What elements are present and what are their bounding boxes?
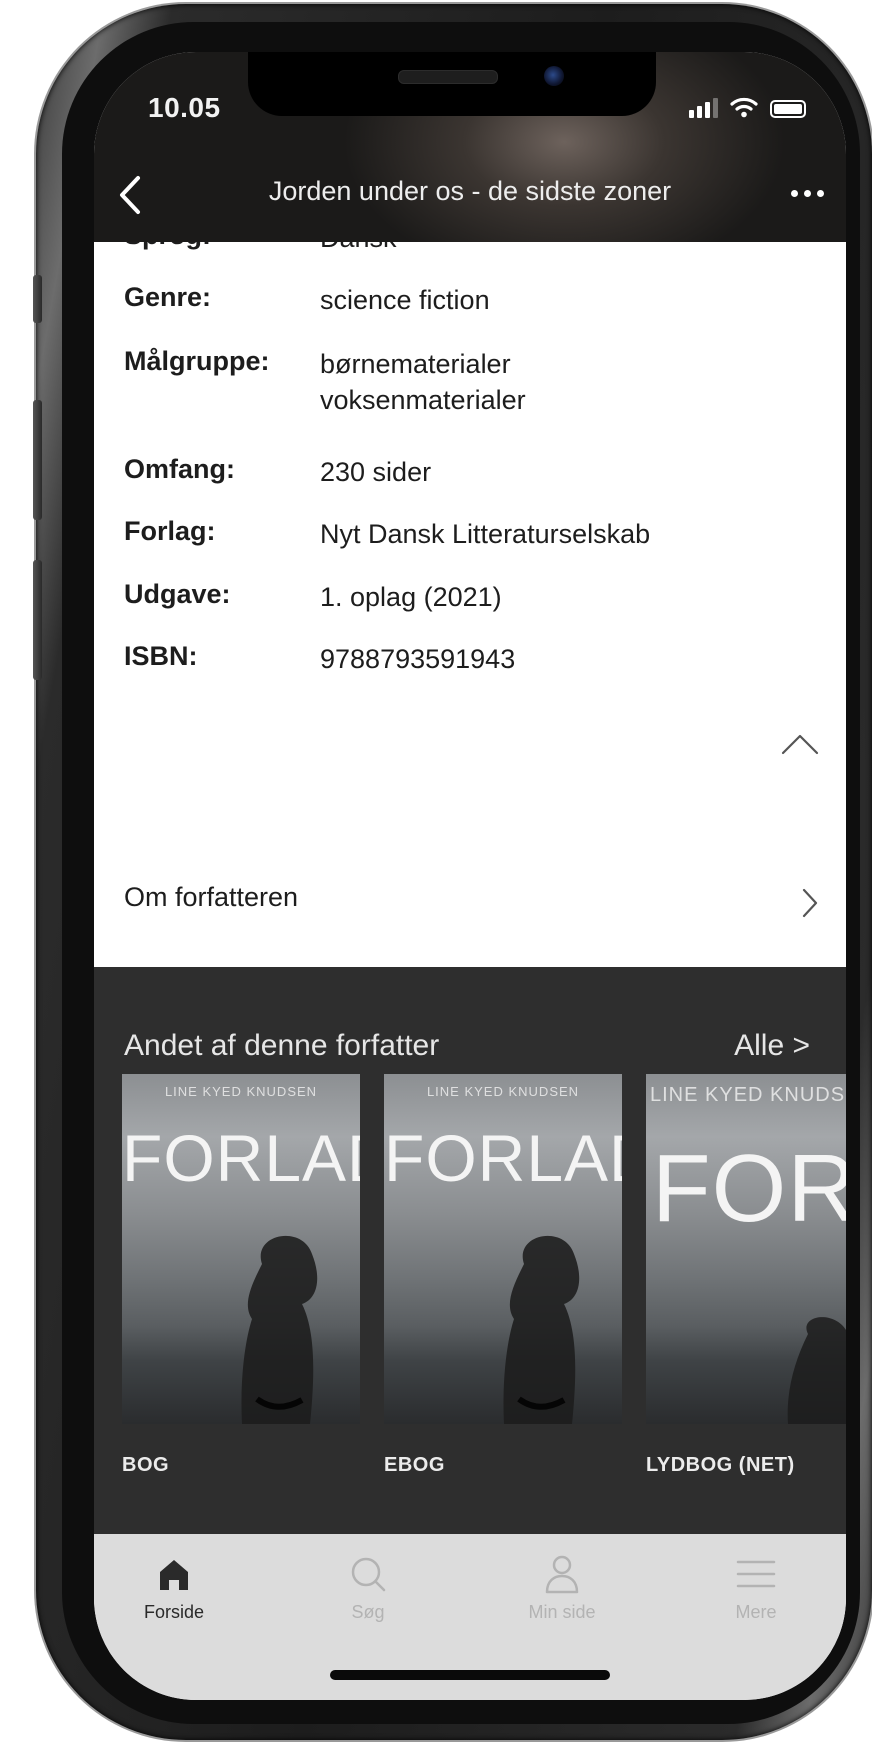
collapse-details-button[interactable] (780, 732, 820, 756)
chevron-left-icon (120, 176, 140, 214)
screen: 10.05 Jorden under os - de sidste zoner (94, 52, 846, 1700)
wifi-icon (730, 97, 758, 118)
tab-home[interactable]: Forside (114, 1552, 234, 1623)
detail-label: Sprog: (124, 242, 211, 251)
cover-author: LINE KYED KNUDS (650, 1084, 846, 1106)
book-cover[interactable]: LINE KYED KNUDS FORLA (646, 1074, 846, 1424)
detail-values: Dansk (320, 242, 397, 256)
detail-label: Målgruppe: (124, 346, 270, 376)
status-icons (689, 92, 806, 118)
detail-values: 1. oplag (2021) (320, 579, 502, 615)
search-icon (351, 1557, 386, 1592)
speaker (398, 70, 498, 84)
cover-figure-illustration (503, 1235, 580, 1424)
detail-label: Udgave: (124, 579, 231, 609)
cover-author: LINE KYED KNUDSEN (164, 1084, 318, 1099)
home-icon (160, 1560, 188, 1590)
dot (804, 190, 811, 197)
detail-value: science fiction (320, 285, 490, 315)
mute-switch (33, 275, 42, 323)
book-cover[interactable]: LINE KYED KNUDSEN FORLADT (384, 1074, 622, 1424)
cover-title: FORLADT (384, 1121, 622, 1195)
volume-up-button (33, 400, 42, 520)
detail-values: 9788793591943 (320, 641, 515, 677)
tab-my-page[interactable]: Min side (502, 1552, 622, 1623)
about-author-row[interactable]: Om forfatteren (94, 864, 846, 954)
cover-figure-illustration (241, 1235, 318, 1424)
detail-label: Forlag: (124, 516, 216, 546)
detail-label: Genre: (124, 282, 212, 312)
format-label: EBOG (384, 1454, 445, 1476)
book-cover[interactable]: LINE KYED KNUDSEN FORLADT (122, 1074, 360, 1424)
detail-values: 230 sider (320, 454, 431, 490)
tab-label: Søg (351, 1602, 385, 1622)
volume-down-button (33, 560, 42, 680)
nav-header: 10.05 Jorden under os - de sidste zoner (94, 52, 846, 242)
dot (791, 190, 798, 197)
tab-more[interactable]: Mere (696, 1552, 816, 1623)
detail-value: børnematerialer (320, 349, 511, 379)
detail-value: Nyt Dansk Litteraturselskab (320, 519, 651, 549)
format-label: BOG (122, 1454, 170, 1476)
more-by-author-section: Andet af denne forfatter Alle > LINE KYE… (94, 967, 846, 1534)
tab-label: Mere (735, 1602, 777, 1622)
menu-icon (736, 1560, 776, 1588)
detail-label: ISBN: (124, 641, 198, 671)
person-icon (545, 1555, 579, 1594)
chevron-up-icon (781, 734, 819, 755)
page-title: Jorden under os - de sidste zoner (268, 176, 672, 206)
notch (248, 52, 656, 116)
tab-label: Forside (143, 1602, 205, 1622)
home-indicator[interactable] (330, 1670, 610, 1680)
detail-values: science fiction (320, 282, 490, 318)
cover-figure-illustration (787, 1317, 846, 1424)
signal-icon (689, 96, 718, 118)
detail-values: Nyt Dansk Litteraturselskab (320, 516, 650, 552)
details-list: Sprog: Dansk Genre: science fiction Målg… (94, 242, 846, 967)
tab-bar: Forside Søg Min side Mere (94, 1534, 846, 1700)
battery-icon (770, 100, 806, 118)
detail-value: 1. oplag (2021) (320, 582, 502, 612)
chevron-right-icon (802, 888, 818, 918)
dot (817, 190, 824, 197)
status-time: 10.05 (148, 92, 221, 123)
cover-title: FORLA (652, 1135, 846, 1242)
section-title: Andet af denne forfatter (124, 1029, 440, 1062)
detail-value: Dansk (320, 242, 397, 256)
back-button[interactable] (112, 170, 152, 220)
cover-author: LINE KYED KNUDSEN (426, 1084, 580, 1099)
about-author-label: Om forfatteren (124, 882, 299, 912)
tab-label: Min side (528, 1602, 596, 1622)
detail-value: voksenmaterialer (320, 385, 526, 415)
format-label: LYDBOG (NET) (646, 1454, 795, 1476)
detail-value: 230 sider (320, 457, 432, 487)
more-options-button[interactable] (791, 190, 824, 197)
camera (544, 66, 564, 86)
tab-search[interactable]: Søg (308, 1552, 428, 1623)
detail-value: 9788793591943 (320, 644, 516, 674)
detail-label: Omfang: (124, 454, 235, 484)
see-all-link[interactable]: Alle > (734, 1029, 810, 1063)
cover-title: FORLADT (122, 1121, 360, 1195)
detail-values: børnematerialer voksenmaterialer (320, 346, 526, 418)
